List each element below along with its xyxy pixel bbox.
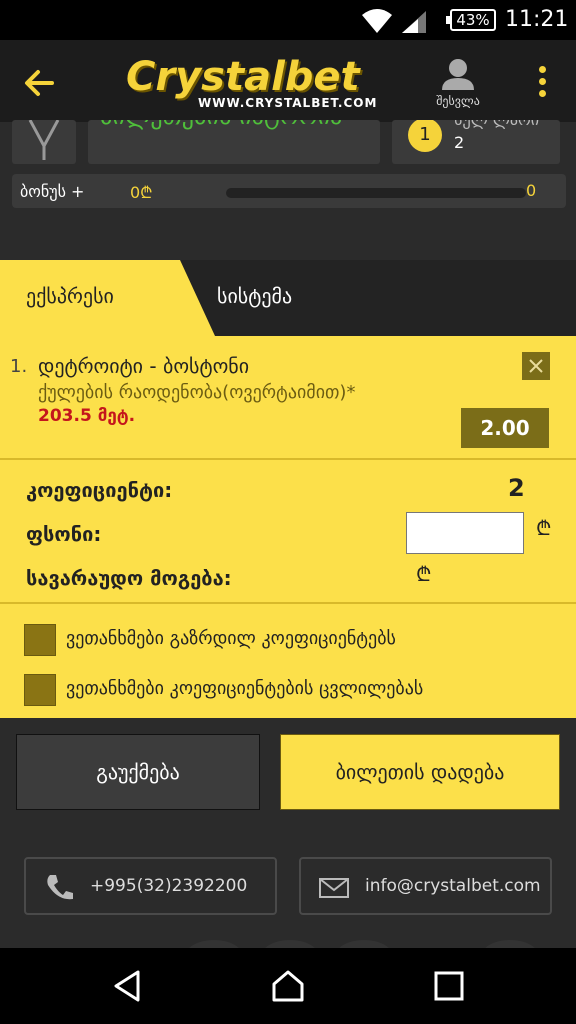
checkbox[interactable] — [24, 674, 56, 706]
logo-url: WWW.CRYSTALBET.COM — [198, 96, 378, 110]
betslip-panel: ექსპრესი სისტემა 1. დეტროიტი - ბოსტონი ქ… — [0, 260, 576, 718]
place-bet-button[interactable]: ბილეთის დადება — [280, 734, 560, 810]
arrow-left-icon[interactable] — [22, 66, 56, 100]
ticket-history-card[interactable]: ბილეთების ისტორია — [88, 120, 380, 164]
betslip-tabs: ექსპრესი სისტემა — [0, 260, 576, 336]
tab-system[interactable]: სისტემა — [180, 260, 576, 336]
clock: 11:21 — [505, 7, 569, 32]
bonus-label: ბონუს + — [20, 182, 85, 201]
lari-icon: ₾ — [536, 516, 552, 540]
balance-value: 2 — [454, 133, 465, 152]
wifi-icon — [362, 9, 392, 33]
phone-icon — [47, 875, 73, 900]
mail-icon — [319, 878, 349, 898]
logo-wordmark: Crystalbet — [126, 54, 360, 100]
bet-index: 1. — [10, 356, 28, 377]
login-button[interactable]: შესვლა — [430, 56, 486, 112]
email-contact[interactable]: info@crystalbet.com — [299, 857, 552, 915]
bonus-bar: ბონუს + 0₾ 0 — [12, 174, 566, 208]
nav-recents-icon[interactable] — [428, 968, 468, 1004]
checkbox[interactable] — [24, 624, 56, 656]
lari-icon: ₾ — [416, 562, 432, 586]
bet-market: ქულების რაოდენობა(ოვერტაიმით)* — [38, 382, 356, 403]
tab-express-label: ექსპრესი — [26, 284, 114, 308]
email-address: info@crystalbet.com — [365, 876, 541, 896]
more-vert-icon[interactable] — [534, 66, 550, 102]
coef-value: 2 — [508, 474, 525, 502]
battery-indicator: 43% — [446, 9, 496, 31]
option-label: ვეთანხმები კოეფიციენტების ცვლილებას — [66, 678, 424, 699]
signal-icon — [402, 11, 426, 33]
android-nav-bar — [0, 948, 576, 1024]
ticket-history-label: ბილეთების ისტორია — [100, 120, 342, 130]
phone-number: +995(32)2392200 — [90, 876, 248, 896]
coef-label: კოეფიციენტი: — [26, 478, 173, 502]
option-label: ვეთანხმები გაზრდილ კოეფიციენტებს — [66, 628, 396, 649]
stake-input[interactable] — [406, 512, 524, 554]
bet-match: დეტროიტი - ბოსტონი — [38, 354, 250, 378]
bet-item: 1. დეტროიტი - ბოსტონი ქულების რაოდენობა(… — [0, 336, 576, 460]
login-label: შესვლა — [436, 94, 480, 108]
tab-express[interactable]: ექსპრესი — [0, 260, 215, 336]
bet-odds: 2.00 — [461, 408, 549, 448]
bonus-end-value: 0 — [526, 181, 537, 200]
bonus-progress — [226, 188, 526, 198]
balance-card[interactable]: 1 სულ ლარი 2 — [392, 120, 560, 164]
tab-system-label: სისტემა — [217, 284, 293, 308]
account-summary: ბილეთების ისტორია 1 სულ ლარი 2 ბონუს + 0… — [0, 120, 576, 260]
app-bar: Crystalbet WWW.CRYSTALBET.COM შესვლა — [0, 40, 576, 122]
brand-logo[interactable]: Crystalbet WWW.CRYSTALBET.COM — [126, 54, 386, 114]
nav-back-icon[interactable] — [108, 968, 148, 1004]
bonus-value: 0₾ — [130, 183, 153, 202]
nav-home-icon[interactable] — [268, 968, 308, 1004]
bet-calculator: კოეფიციენტი: 2 ფსონი: ₾ სავარაუდო მოგება… — [0, 462, 576, 604]
bet-options: ვეთანხმები გაზრდილ კოეფიციენტებს ვეთანხმ… — [0, 606, 576, 718]
balance-label: სულ ლარი — [454, 120, 539, 129]
cancel-button[interactable]: გაუქმება — [16, 734, 260, 810]
status-bar: 43% 11:21 — [0, 0, 576, 40]
funnel-icon — [28, 120, 60, 160]
user-icon — [442, 59, 474, 90]
bet-selection: 203.5 მეტ. — [38, 406, 136, 426]
funnel-card[interactable] — [12, 120, 76, 164]
coin-icon: 1 — [408, 120, 442, 152]
close-icon[interactable] — [522, 352, 550, 380]
possible-win-label: სავარაუდო მოგება: — [26, 566, 232, 590]
footer: +995(32)2392200 info@crystalbet.com — [0, 828, 576, 970]
stake-label: ფსონი: — [26, 522, 102, 546]
betslip-actions: გაუქმება ბილეთის დადება — [0, 718, 576, 828]
phone-contact[interactable]: +995(32)2392200 — [24, 857, 277, 915]
